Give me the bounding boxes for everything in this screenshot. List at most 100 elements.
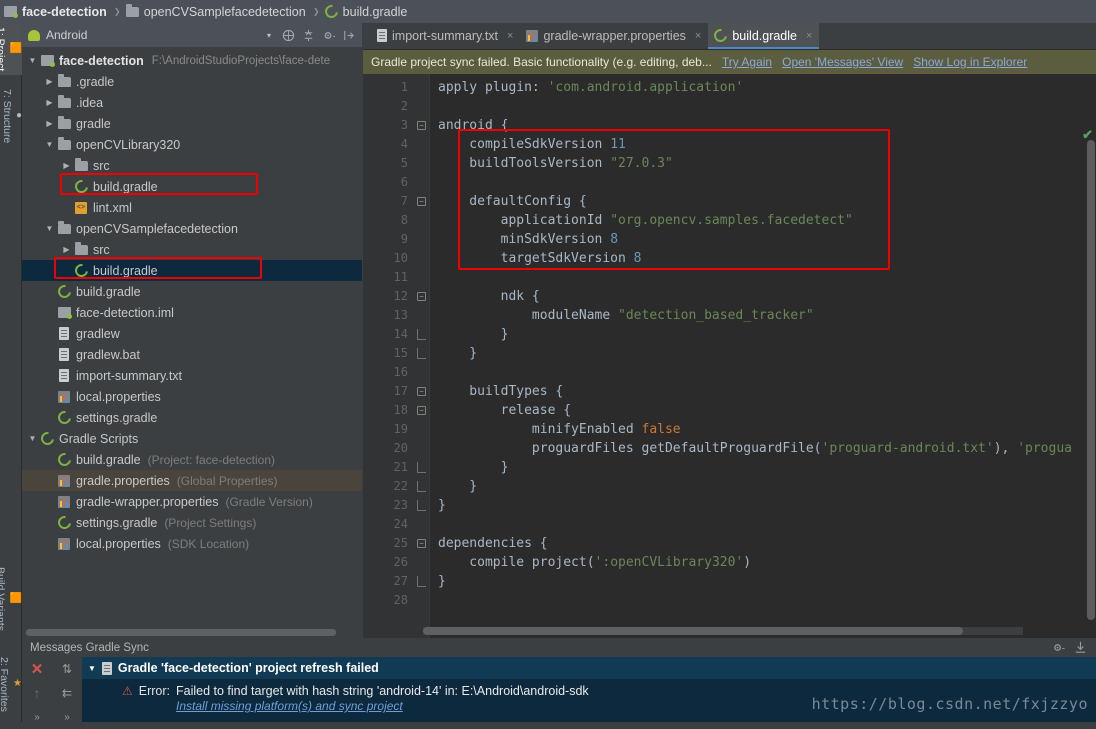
fold-end-marker[interactable]: [417, 500, 426, 511]
code-line[interactable]: buildTypes {: [430, 382, 1096, 401]
code-line[interactable]: defaultConfig {: [430, 192, 1096, 211]
close-icon[interactable]: ×: [507, 30, 513, 42]
breadcrumb-item-2[interactable]: build.gradle: [321, 0, 414, 23]
breadcrumb-item-0[interactable]: face-detection: [0, 0, 113, 23]
code-line[interactable]: release {: [430, 401, 1096, 420]
code-editor[interactable]: 1 2 3 4 5 6 7 8 9 10 11 12 13 14 15 16 17 18 19 20 21 22 23 24 2…: [363, 74, 1096, 689]
project-tree[interactable]: face-detection F:\AndroidStudioProjects\f…: [22, 47, 362, 638]
tree-item[interactable]: src: [22, 239, 362, 260]
tree-item[interactable]: local.properties: [22, 386, 362, 407]
code-folding-gutter[interactable]: − − − − − −: [415, 74, 429, 638]
tree-expand-arrow[interactable]: [43, 98, 56, 107]
tree-item[interactable]: build.gradle (Project: face-detection): [22, 449, 362, 470]
tree-expand-arrow[interactable]: [43, 119, 56, 128]
code-line[interactable]: }: [430, 572, 1096, 591]
tree-item[interactable]: gradle-wrapper.properties (Gradle Version…: [22, 491, 362, 512]
fold-collapse-icon[interactable]: −: [417, 406, 426, 415]
next-occurrence-icon[interactable]: »: [34, 712, 40, 723]
code-line[interactable]: moduleName "detection_based_tracker": [430, 306, 1096, 325]
tree-item[interactable]: build.gradle: [22, 281, 362, 302]
code-line[interactable]: [430, 97, 1096, 116]
code-line[interactable]: buildToolsVersion "27.0.3": [430, 154, 1096, 173]
tree-item[interactable]: Gradle Scripts: [22, 428, 362, 449]
tool-window-tab-build-variants[interactable]: 🟧 Build Variants: [0, 563, 22, 635]
expand-all-icon[interactable]: ⇅: [62, 662, 72, 676]
chevron-down-icon[interactable]: ▼: [88, 664, 96, 673]
tree-expand-arrow[interactable]: [26, 56, 39, 65]
tool-window-tab-project[interactable]: 🟧 1: Project: [0, 23, 22, 76]
close-icon[interactable]: ✕: [31, 660, 44, 678]
scrollbar-thumb[interactable]: [1087, 140, 1095, 620]
editor-tab-gradle-wrapper-properties[interactable]: gradle-wrapper.properties ×: [520, 22, 708, 49]
tree-item[interactable]: gradlew.bat: [22, 344, 362, 365]
install-missing-platform-link[interactable]: Install missing platform(s) and sync pro…: [176, 699, 589, 713]
code-line[interactable]: applicationId "org.opencv.samples.facede…: [430, 211, 1096, 230]
tree-expand-arrow[interactable]: [43, 224, 56, 233]
fold-collapse-icon[interactable]: −: [417, 387, 426, 396]
code-line[interactable]: [430, 268, 1096, 287]
target-icon[interactable]: [282, 29, 295, 42]
tree-item[interactable]: face-detection.iml: [22, 302, 362, 323]
tree-expand-arrow[interactable]: [60, 161, 73, 170]
code-line[interactable]: }: [430, 496, 1096, 515]
tree-expand-arrow[interactable]: [60, 245, 73, 254]
fold-end-marker[interactable]: [417, 462, 426, 473]
try-again-link[interactable]: Try Again: [722, 55, 772, 69]
project-horizontal-scrollbar[interactable]: [22, 626, 362, 637]
scrollbar-thumb[interactable]: [423, 627, 963, 635]
fold-collapse-icon[interactable]: −: [417, 121, 426, 130]
tree-item[interactable]: build.gradle: [22, 260, 362, 281]
editor-horizontal-scrollbar[interactable]: [423, 627, 1023, 635]
tree-item[interactable]: settings.gradle: [22, 407, 362, 428]
tree-item[interactable]: import-summary.txt: [22, 365, 362, 386]
fold-collapse-icon[interactable]: −: [417, 197, 426, 206]
fold-end-marker[interactable]: [417, 348, 426, 359]
tree-item[interactable]: src: [22, 155, 362, 176]
prev-occurrence-icon[interactable]: »: [64, 712, 70, 723]
code-line[interactable]: }: [430, 477, 1096, 496]
tree-item[interactable]: openCVSamplefacedetection: [22, 218, 362, 239]
messages-root-row[interactable]: ▼ Gradle 'face-detection' project refres…: [82, 657, 1096, 679]
tree-item[interactable]: build.gradle: [22, 176, 362, 197]
tree-item[interactable]: gradle.properties (Global Properties): [22, 470, 362, 491]
code-line[interactable]: compile project(':openCVLibrary320'): [430, 553, 1096, 572]
close-icon[interactable]: ×: [695, 30, 701, 42]
code-line[interactable]: minSdkVersion 8: [430, 230, 1096, 249]
fold-collapse-icon[interactable]: −: [417, 292, 426, 301]
tree-item[interactable]: gradlew: [22, 323, 362, 344]
messages-list[interactable]: ▼ Gradle 'face-detection' project refres…: [82, 657, 1096, 729]
tool-window-tab-structure[interactable]: ● 7: Structure: [0, 85, 22, 147]
tree-item[interactable]: .idea: [22, 92, 362, 113]
tree-expand-arrow[interactable]: [43, 77, 56, 86]
code-line[interactable]: minifyEnabled false: [430, 420, 1096, 439]
project-view-selector-label[interactable]: Android: [46, 28, 87, 42]
code-line[interactable]: ndk {: [430, 287, 1096, 306]
code-line[interactable]: compileSdkVersion 11: [430, 135, 1096, 154]
editor-tab-import-summary-txt[interactable]: import-summary.txt ×: [371, 22, 520, 49]
collapse-all-icon[interactable]: [302, 29, 315, 42]
code-line[interactable]: android {: [430, 116, 1096, 135]
tree-item[interactable]: <> lint.xml: [22, 197, 362, 218]
tool-window-tab-favorites[interactable]: ★ 2: Favorites: [0, 653, 22, 716]
close-icon[interactable]: ×: [806, 30, 812, 42]
code-line[interactable]: }: [430, 325, 1096, 344]
chevron-down-icon[interactable]: ▾: [267, 31, 271, 40]
open-messages-view-link[interactable]: Open 'Messages' View: [782, 55, 903, 69]
code-line[interactable]: [430, 591, 1096, 610]
fold-end-marker[interactable]: [417, 329, 426, 340]
show-log-in-explorer-link[interactable]: Show Log in Explorer: [913, 55, 1027, 69]
code-line[interactable]: }: [430, 344, 1096, 363]
editor-tab-build-gradle[interactable]: build.gradle ×: [708, 22, 820, 49]
tree-item[interactable]: gradle: [22, 113, 362, 134]
code-line[interactable]: targetSdkVersion 8: [430, 249, 1096, 268]
error-marker-bar[interactable]: [1073, 125, 1085, 689]
hide-icon[interactable]: [342, 29, 355, 42]
tree-expand-arrow[interactable]: [43, 140, 56, 149]
fold-end-marker[interactable]: [417, 576, 426, 587]
code-line[interactable]: dependencies {: [430, 534, 1096, 553]
up-arrow-icon[interactable]: ↑: [34, 685, 41, 701]
code-line[interactable]: apply plugin: 'com.android.application': [430, 78, 1096, 97]
fold-end-marker[interactable]: [417, 481, 426, 492]
tree-item[interactable]: settings.gradle (Project Settings): [22, 512, 362, 533]
gear-icon[interactable]: [1052, 641, 1065, 654]
